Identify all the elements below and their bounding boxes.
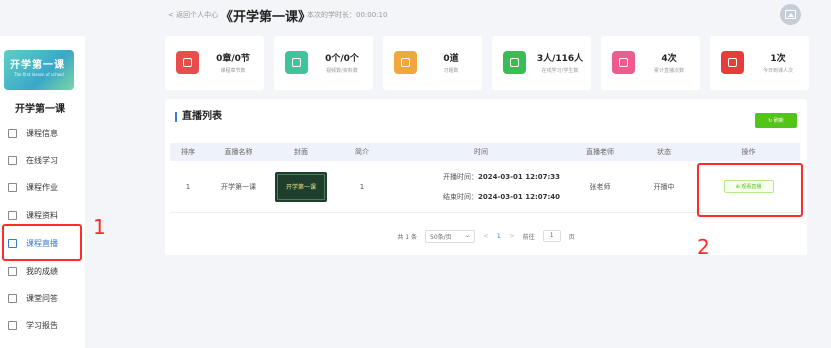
refresh-button[interactable]: ↻ 刷新 bbox=[755, 113, 797, 128]
cell-status: 开播中 bbox=[653, 182, 675, 191]
page-unit-label: 页 bbox=[568, 233, 575, 241]
cell-live-name: 开学第一课 bbox=[221, 182, 256, 191]
annotation-marker-2: 2 bbox=[697, 235, 710, 259]
stat-value: 1次 bbox=[770, 54, 786, 64]
sidebar-item-materials[interactable]: 课程资料 bbox=[8, 206, 80, 224]
report-icon bbox=[8, 320, 17, 330]
pagination: 共 1 条 50条/页 ⌄ < 1 > 前往 1 页 bbox=[165, 229, 807, 243]
sidebar-item-report[interactable]: 学习报告 bbox=[8, 316, 80, 334]
column-header: 直播老师 bbox=[586, 148, 614, 156]
folder-icon bbox=[8, 210, 17, 220]
sidebar-item-label: 课程资料 bbox=[26, 210, 58, 220]
course-title: 《开学第一课》 bbox=[220, 10, 312, 25]
start-time-value: 2024-03-01 12:07:33 bbox=[478, 172, 561, 181]
stat-label: 在线学习/学生数 bbox=[541, 68, 579, 74]
end-time-label: 结束时间： bbox=[443, 192, 478, 201]
column-header: 排序 bbox=[181, 148, 195, 156]
start-time-label: 开播时间： bbox=[443, 172, 478, 181]
cell-time: 开播时间：2024-03-01 12:07:33 结束时间：2024-03-01… bbox=[393, 161, 569, 212]
sidebar-item-label: 课程作业 bbox=[26, 182, 58, 192]
table-header: 排序 直播名称 封面 简介 时间 直播老师 状态 操作 bbox=[170, 143, 800, 161]
current-page-number[interactable]: 1 bbox=[497, 233, 501, 240]
stat-label: 今日到课人次 bbox=[762, 68, 793, 74]
stat-card-attendance: 1次 今日到课人次 bbox=[710, 36, 809, 90]
stat-value: 0个/0个 bbox=[325, 54, 359, 64]
sidebar-item-label: 我的成绩 bbox=[26, 266, 58, 276]
column-header: 直播名称 bbox=[224, 148, 253, 156]
chevron-down-icon: ⌄ bbox=[464, 231, 471, 239]
cover-title: 开学第一课 bbox=[10, 60, 65, 71]
next-page-button[interactable]: > bbox=[509, 232, 515, 240]
goto-page-input[interactable]: 1 bbox=[542, 230, 561, 242]
annotation-marker-1: 1 bbox=[93, 215, 106, 239]
trophy-icon bbox=[8, 266, 17, 276]
stat-value: 0道 bbox=[443, 54, 459, 64]
stat-value: 3人/116人 bbox=[536, 54, 584, 64]
column-header: 简介 bbox=[355, 148, 369, 156]
sidebar-item-label: 在线学习 bbox=[26, 155, 58, 165]
stat-label: 视频数/资料数 bbox=[326, 68, 358, 74]
stat-value: 0章/0节 bbox=[216, 54, 250, 64]
column-header: 操作 bbox=[741, 148, 756, 156]
highlight-box-live-menu bbox=[2, 224, 82, 261]
sidebar-item-label: 学习报告 bbox=[26, 320, 58, 330]
stats-row: 0章/0节 课程章节数 0个/0个 视频数/资料数 0道 习题数 3人/116人… bbox=[165, 36, 810, 90]
end-time-value: 2024-03-01 12:07:40 bbox=[478, 192, 561, 201]
document-icon bbox=[8, 128, 17, 138]
avatar-image-icon[interactable] bbox=[780, 4, 801, 25]
column-header: 封面 bbox=[294, 148, 308, 156]
prev-page-button[interactable]: < bbox=[483, 232, 489, 240]
stat-card-videos: 0个/0个 视频数/资料数 bbox=[274, 36, 373, 90]
cell-intro: 1 bbox=[359, 182, 365, 191]
sidebar-item-course-info[interactable]: 课程信息 bbox=[8, 124, 80, 142]
sidebar-course-name: 开学第一课 bbox=[15, 104, 65, 115]
trend-chart-icon bbox=[721, 51, 744, 74]
clock-icon bbox=[176, 51, 199, 74]
stat-card-chapters: 0章/0节 课程章节数 bbox=[165, 36, 264, 90]
stat-value: 4次 bbox=[661, 54, 677, 64]
stat-card-questions: 0道 习题数 bbox=[383, 36, 482, 90]
stat-card-students: 3人/116人 在线学习/学生数 bbox=[492, 36, 591, 90]
top-bar: < 返回个人中心 《开学第一课》 本次的学时长：00:00:10 bbox=[0, 0, 831, 30]
column-header: 时间 bbox=[474, 148, 488, 156]
cell-order: 1 bbox=[185, 182, 191, 191]
sidebar-item-qa[interactable]: 课堂问答 bbox=[8, 289, 80, 307]
panel-title: 直播列表 bbox=[175, 112, 222, 122]
sidebar-item-label: 课堂问答 bbox=[26, 293, 58, 303]
cell-cover: 开学第一课 bbox=[271, 161, 331, 212]
highlight-box-watch-live bbox=[697, 163, 803, 217]
list-icon bbox=[394, 51, 417, 74]
monitor-icon bbox=[8, 155, 17, 165]
sidebar-item-label: 课程信息 bbox=[26, 128, 58, 138]
file-icon bbox=[285, 51, 308, 74]
goto-label: 前往 bbox=[522, 233, 535, 241]
sidebar-item-grades[interactable]: 我的成绩 bbox=[8, 262, 80, 280]
stat-label: 习题数 bbox=[443, 68, 459, 74]
live-cover-thumbnail: 开学第一课 bbox=[275, 171, 327, 202]
homework-icon bbox=[8, 182, 17, 192]
add-file-icon bbox=[612, 51, 635, 74]
stat-card-live-count: 4次 累计直播次数 bbox=[601, 36, 700, 90]
sidebar-item-online-study[interactable]: 在线学习 bbox=[8, 151, 80, 169]
back-to-personal-center-link[interactable]: < 返回个人中心 bbox=[168, 10, 218, 20]
sidebar-item-homework[interactable]: 课程作业 bbox=[8, 178, 80, 196]
stat-label: 累计直播次数 bbox=[653, 68, 684, 74]
page-size-select[interactable]: 50条/页 ⌄ bbox=[425, 229, 476, 243]
page-size-value: 50条/页 bbox=[430, 233, 452, 241]
stat-label: 课程章节数 bbox=[220, 68, 246, 74]
course-cover-image: 开学第一课 The first lesson of school bbox=[4, 50, 74, 90]
thumbnail-text: 开学第一课 bbox=[285, 184, 316, 191]
study-time-text: 本次的学时长：00:00:10 bbox=[307, 11, 388, 19]
column-header: 状态 bbox=[657, 148, 671, 156]
cover-subtitle: The first lesson of school bbox=[14, 72, 64, 77]
add-document-icon bbox=[503, 51, 526, 74]
sidebar: 开学第一课 The first lesson of school 开学第一课 课… bbox=[0, 36, 85, 348]
chat-icon bbox=[8, 293, 17, 303]
cell-teacher: 张老师 bbox=[589, 182, 611, 191]
pagination-total: 共 1 条 bbox=[397, 233, 418, 241]
